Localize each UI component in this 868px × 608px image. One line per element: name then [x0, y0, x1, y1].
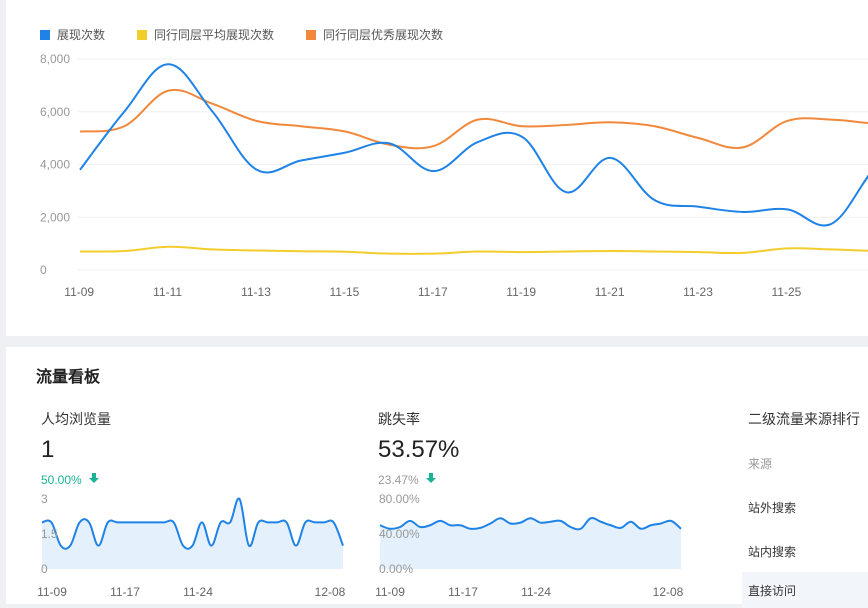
- ranking-header-source: 来源: [748, 456, 773, 471]
- x-tick-label: 11-23: [683, 285, 713, 299]
- ranking-row[interactable]: 站外搜索: [742, 489, 868, 525]
- x-tick-label: 11-09: [64, 285, 94, 299]
- x-tick-label: 11-13: [241, 285, 271, 299]
- y-tick-label: 2,000: [40, 210, 70, 224]
- y-tick-label: 0: [41, 562, 48, 576]
- x-tick-label: 12-08: [315, 585, 346, 599]
- series-line: [79, 88, 868, 150]
- arrow-down-icon: [88, 472, 100, 487]
- area-fill: [42, 498, 343, 569]
- impressions-line-chart: 0 2,000 4,000 6,000 8,000 11-09 11-11 11-13 11-…: [40, 52, 868, 299]
- ranking-row[interactable]: 直接访问: [742, 572, 868, 608]
- metric-change-value: 23.47%: [378, 472, 419, 487]
- series-line: [79, 245, 868, 255]
- x-tick-label: 11-24: [183, 585, 213, 599]
- x-tick-label: 12-08: [653, 585, 684, 599]
- x-tick-label: 11-15: [329, 285, 359, 299]
- bounce-rate-area-chart: 80.00% 40.00% 0.00% 11-09 11-17 11-24 12-08: [375, 492, 684, 599]
- x-tick-label: 11-17: [418, 285, 448, 299]
- x-tick-label: 11-25: [771, 285, 801, 299]
- x-tick-label: 11-17: [448, 585, 478, 599]
- y-tick-label: 0.00%: [379, 562, 413, 576]
- metric-title-pv-per-user: 人均浏览量: [41, 411, 111, 427]
- arrow-down-icon: [425, 472, 437, 487]
- metric-title-bounce-rate: 跳失率: [378, 411, 420, 427]
- x-tick-label: 11-19: [506, 285, 536, 299]
- metric-change-bounce-rate: 23.47%: [378, 472, 437, 487]
- x-tick-label: 11-09: [37, 585, 67, 599]
- metric-change-pv-per-user: 50.00%: [41, 472, 100, 487]
- source-ranking-title: 二级流量来源排行: [748, 411, 860, 427]
- y-tick-label: 8,000: [40, 52, 70, 66]
- y-tick-label: 80.00%: [379, 492, 420, 506]
- metric-value-bounce-rate: 53.57%: [378, 436, 460, 463]
- x-tick-label: 11-09: [375, 585, 405, 599]
- y-tick-label: 0: [40, 263, 47, 277]
- y-tick-label: 40.00%: [379, 527, 420, 541]
- pv-per-user-area-chart: 3 1.5 0 11-09 11-17 11-24 12-08: [37, 492, 346, 599]
- x-tick-label: 11-17: [110, 585, 140, 599]
- dashboard-title: 流量看板: [36, 369, 101, 386]
- metric-change-value: 50.00%: [41, 472, 82, 487]
- x-tick-label: 11-21: [595, 285, 625, 299]
- metric-value-pv-per-user: 1: [41, 436, 55, 463]
- x-tick-label: 11-11: [153, 285, 182, 299]
- y-tick-label: 6,000: [40, 105, 70, 119]
- y-tick-label: 4,000: [40, 158, 70, 172]
- ranking-row[interactable]: 站内搜索: [742, 533, 868, 569]
- y-tick-label: 3: [41, 492, 48, 506]
- y-tick-label: 1.5: [41, 527, 58, 541]
- x-tick-label: 11-24: [521, 585, 551, 599]
